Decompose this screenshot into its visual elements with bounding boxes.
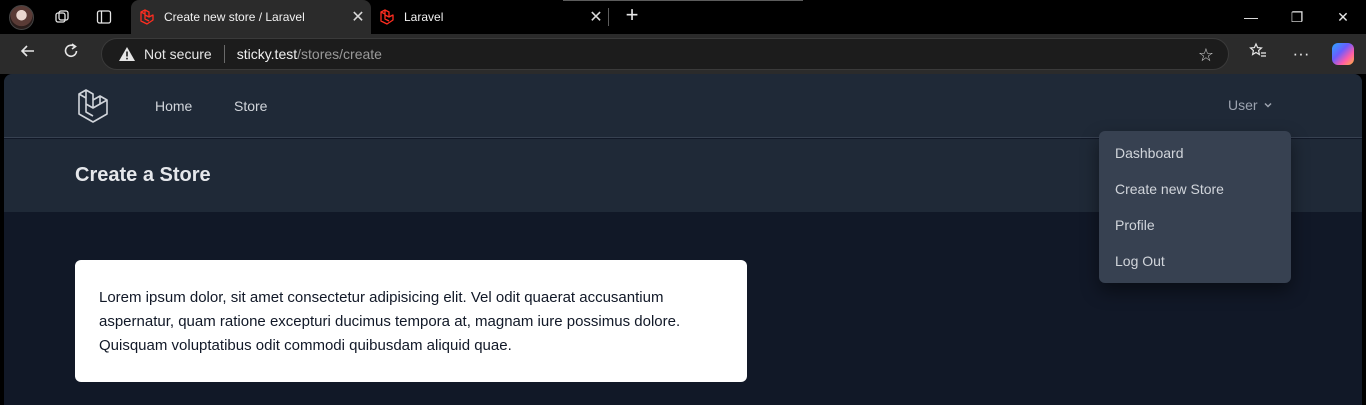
laravel-logo-icon[interactable] — [77, 88, 111, 124]
nav-store-link[interactable]: Store — [234, 98, 267, 114]
close-tab-icon[interactable]: ✕ — [583, 7, 609, 27]
tab-actions-icon[interactable] — [92, 5, 116, 29]
user-dropdown-menu: Dashboard Create new Store Profile Log O… — [1099, 131, 1291, 283]
restore-button[interactable]: ❐ — [1274, 4, 1320, 30]
address-bar[interactable]: Not secure sticky.test/stores/create ☆ — [101, 38, 1229, 70]
address-divider — [223, 45, 225, 63]
tab-title: Create new store / Laravel — [164, 10, 305, 24]
url-path: /stores/create — [297, 46, 382, 62]
more-icon[interactable]: ··· — [1289, 42, 1313, 66]
tab-title: Laravel — [404, 10, 444, 24]
minimize-button[interactable]: — — [1228, 4, 1274, 30]
user-menu-trigger[interactable]: User — [1228, 97, 1273, 113]
dropdown-item-dashboard[interactable]: Dashboard — [1099, 135, 1291, 171]
page-viewport: Home Store User Create a Store Lorem ips… — [4, 74, 1362, 405]
laravel-favicon-icon — [140, 9, 154, 25]
workspaces-icon[interactable] — [50, 5, 74, 29]
close-tab-icon[interactable]: ✕ — [345, 7, 371, 27]
security-label[interactable]: Not secure — [144, 46, 212, 62]
refresh-icon[interactable] — [58, 42, 84, 66]
favorites-icon[interactable] — [1246, 42, 1270, 66]
tab-create-store[interactable]: Create new store / Laravel ✕ — [131, 0, 371, 34]
laravel-favicon-icon — [380, 9, 394, 25]
nav-home-link[interactable]: Home — [155, 98, 192, 114]
url-host: sticky.test — [236, 46, 298, 62]
user-menu-label: User — [1228, 97, 1258, 113]
browser-tab-strip: Create new store / Laravel ✕ Laravel ✕ +… — [0, 0, 1366, 34]
app-navbar: Home Store User — [4, 74, 1362, 138]
copilot-icon[interactable] — [1332, 43, 1354, 65]
page-title: Create a Store — [75, 164, 211, 186]
new-tab-button[interactable]: + — [620, 4, 644, 28]
dropdown-item-logout[interactable]: Log Out — [1099, 243, 1291, 279]
warning-icon — [119, 47, 135, 61]
dropdown-item-profile[interactable]: Profile — [1099, 207, 1291, 243]
dropdown-item-create-store[interactable]: Create new Store — [1099, 171, 1291, 207]
chevron-down-icon — [1264, 102, 1272, 108]
card-text: Lorem ipsum dolor, sit amet consectetur … — [99, 289, 681, 354]
tab-separator — [608, 8, 609, 26]
tab-laravel[interactable]: Laravel ✕ — [371, 0, 609, 34]
content-card: Lorem ipsum dolor, sit amet consectetur … — [75, 260, 747, 382]
back-arrow-icon[interactable] — [15, 42, 41, 66]
browser-toolbar: Not secure sticky.test/stores/create ☆ ·… — [0, 34, 1366, 74]
close-window-button[interactable]: ✕ — [1320, 4, 1366, 30]
profile-avatar-icon[interactable] — [9, 5, 34, 30]
star-icon[interactable]: ☆ — [1198, 45, 1214, 66]
